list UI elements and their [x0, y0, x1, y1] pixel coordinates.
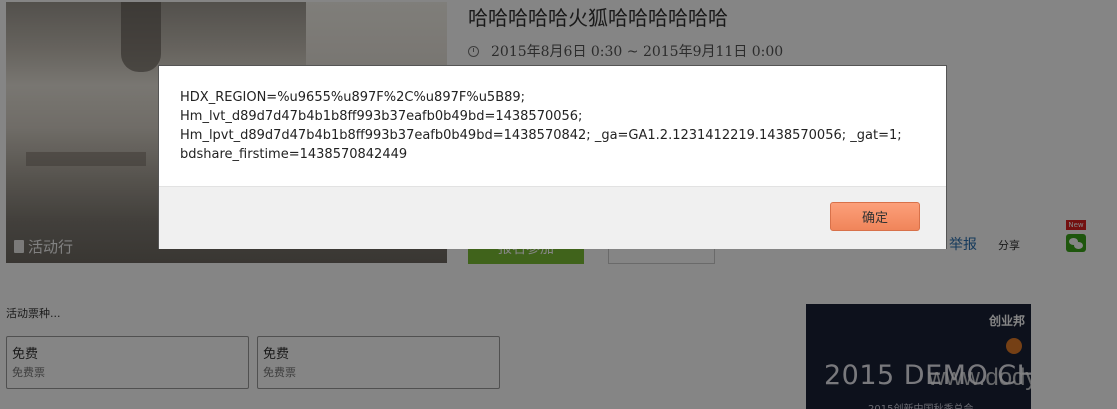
dialog-message-line: Hm_lpvt_d89d7d47b4b1b8ff993b37eafb0b49bd… — [180, 128, 902, 143]
dialog-message-line: bdshare_firstime=1438570842449 — [180, 147, 408, 162]
dialog-message-line: Hm_lvt_d89d7d47b4b1b8ff993b37eafb0b49bd=… — [180, 109, 583, 124]
dialog-message-line: HDX_REGION=%u9655%u897F%2C%u897F%u5B89; — [180, 90, 526, 105]
confirm-button[interactable]: 确定 — [830, 202, 920, 231]
alert-dialog: HDX_REGION=%u9655%u897F%2C%u897F%u5B89; … — [158, 65, 947, 249]
dialog-message: HDX_REGION=%u9655%u897F%2C%u897F%u5B89; … — [159, 66, 946, 186]
dialog-footer: 确定 — [159, 186, 946, 249]
